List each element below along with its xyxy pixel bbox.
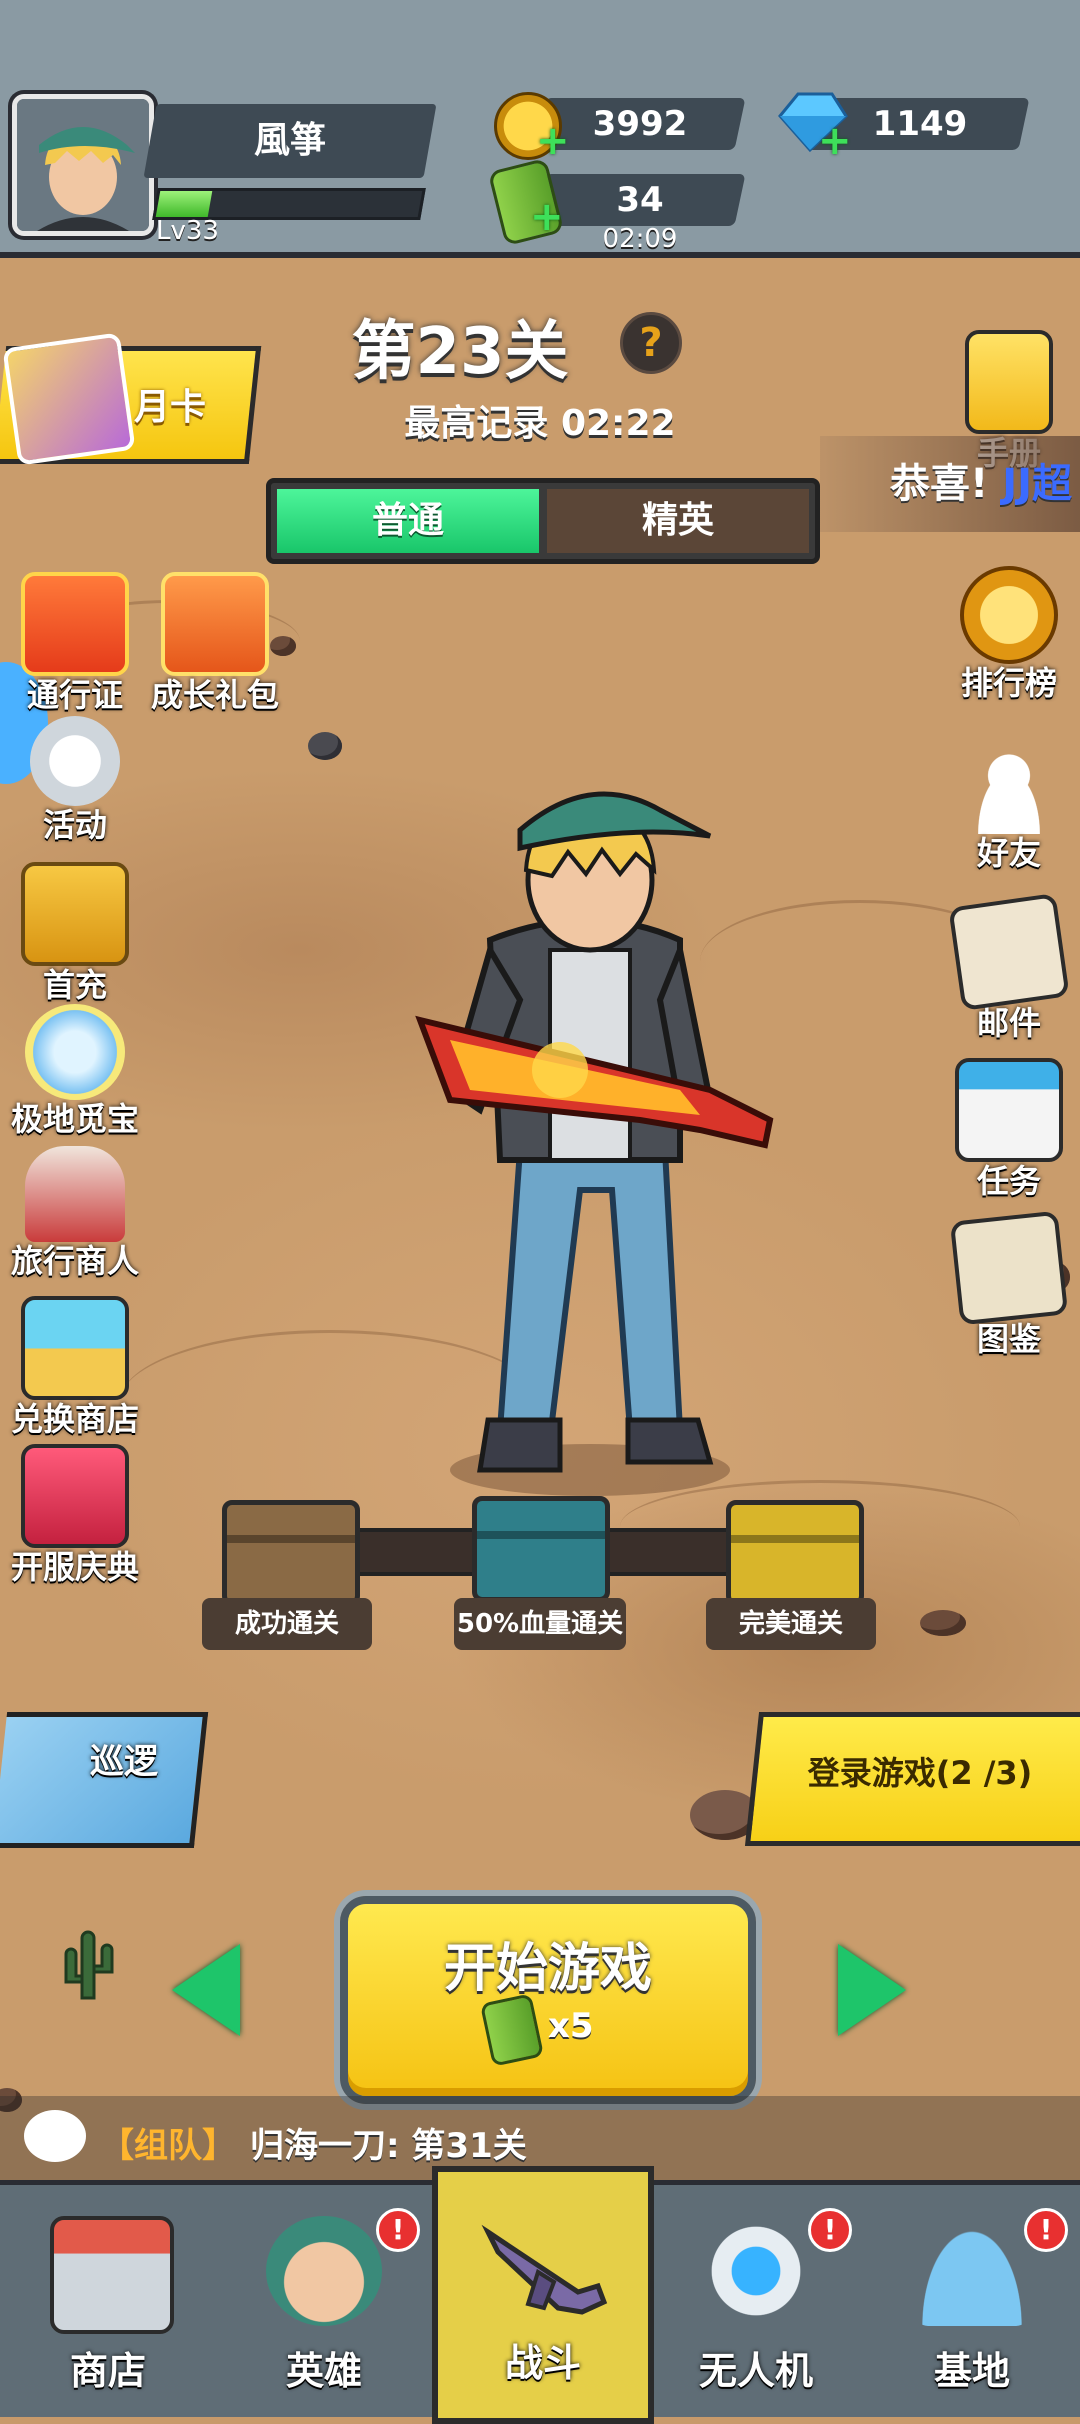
celebration-icon [21,1444,129,1548]
gold-count: 3992 [592,104,688,144]
side-item-codex[interactable]: 图鉴 [934,1210,1080,1360]
tab-elite[interactable]: 精英 [547,489,809,553]
player-level: Lv33 [156,216,219,246]
leaderboard-icon [960,566,1058,664]
congrats-prefix: 恭喜! [890,461,989,507]
mode-switch: 普通 精英 [266,478,820,564]
side-item-leaderboard[interactable]: 排行榜 [934,566,1080,704]
task-icon [955,1058,1063,1162]
login-task-label: 登录游戏(2 /3) [807,1754,1033,1792]
side-item-exchange-shop[interactable]: 兑换商店 [0,1296,150,1440]
chat-channel-tag: 【组队】 [100,2126,236,2166]
chest-clear[interactable] [222,1500,360,1606]
add-energy-icon[interactable]: + [530,194,564,240]
side-item-mail[interactable]: 邮件 [934,892,1080,1044]
hero-icon [266,2216,382,2326]
gift-gems-icon [161,572,269,676]
chest-clear-label: 成功通关 [202,1598,372,1650]
gift-box-icon [21,572,129,676]
pebble [308,732,342,760]
ice-crystal-icon [25,1004,125,1100]
start-game-cost: x5 [548,2006,594,2046]
manual-icon [965,330,1053,434]
congrats-player: JJ超 [1002,461,1072,507]
chest-perfect-label: 完美通关 [706,1598,876,1650]
nav-shop[interactable]: 商店 [0,2180,216,2412]
side-item-growth-pack[interactable]: 成长礼包 [140,572,290,716]
side-item-first-recharge[interactable]: 首充 [0,862,150,1006]
chat-bubble-icon[interactable] [24,2110,86,2162]
stage-title: 第23关 [351,315,569,389]
xp-bar-fill [155,191,213,217]
hero-character [415,791,774,1496]
base-dome-icon [914,2216,1030,2326]
energy-timer: 02:09 [602,224,678,254]
side-item-battle-pass[interactable]: 通行证 [0,572,150,716]
pebble [920,1610,966,1636]
gem-count: 1149 [872,104,968,144]
player-avatar[interactable] [12,94,154,236]
side-item-traveling-merchant[interactable]: 旅行商人 [0,1146,150,1282]
rifle-icon [481,2224,608,2315]
prev-stage-arrow-icon[interactable] [172,1944,240,2036]
nav-hero[interactable]: ! 英雄 [216,2180,432,2412]
event-icon [30,716,120,806]
drone-alert-badge: ! [808,2208,852,2252]
patrol-label: 巡逻 [90,1742,158,1782]
friends-icon [964,744,1054,834]
shop-icon [50,2216,174,2334]
congrats-ticker: 恭喜! JJ超 [820,436,1080,532]
tab-normal[interactable]: 普通 [277,489,539,553]
drone-icon [698,2216,814,2326]
side-item-polar-treasure[interactable]: 极地觅宝 [0,1004,150,1140]
month-card-icon [2,332,136,466]
nav-drone[interactable]: ! 无人机 [648,2180,864,2412]
exchange-shop-icon [21,1296,129,1400]
merchant-icon [25,1146,125,1242]
treasure-chest-icon [21,862,129,966]
hero-portrait-icon [17,99,149,231]
nav-base[interactable]: ! 基地 [864,2180,1080,2412]
hero-alert-badge: ! [376,2208,420,2252]
next-stage-arrow-icon[interactable] [838,1944,906,2036]
nav-battle[interactable]: 战斗 [432,2166,654,2424]
start-game-label: 开始游戏 [443,1939,652,1999]
side-item-friends[interactable]: 好友 [934,744,1080,874]
mail-icon [948,892,1070,1012]
base-alert-badge: ! [1024,2208,1068,2252]
codex-icon [949,1210,1069,1326]
side-item-event[interactable]: 活动 [0,716,150,846]
energy-count: 34 [616,180,664,220]
best-record: 最高记录 02:22 [404,403,676,444]
chest-half-hp[interactable] [472,1496,610,1602]
chat-message: 归海一刀: 第31关 [250,2126,527,2166]
help-icon[interactable]: ? [620,312,682,374]
side-item-launch-celebration[interactable]: 开服庆典 [0,1444,150,1588]
chest-perfect[interactable] [726,1500,864,1606]
player-name: 風箏 [253,120,326,161]
cactus-icon [64,1930,114,2000]
month-card-label: 月卡 [134,387,207,428]
side-item-tasks[interactable]: 任务 [934,1058,1080,1202]
chest-half-hp-label: 50%血量通关 [454,1598,626,1650]
